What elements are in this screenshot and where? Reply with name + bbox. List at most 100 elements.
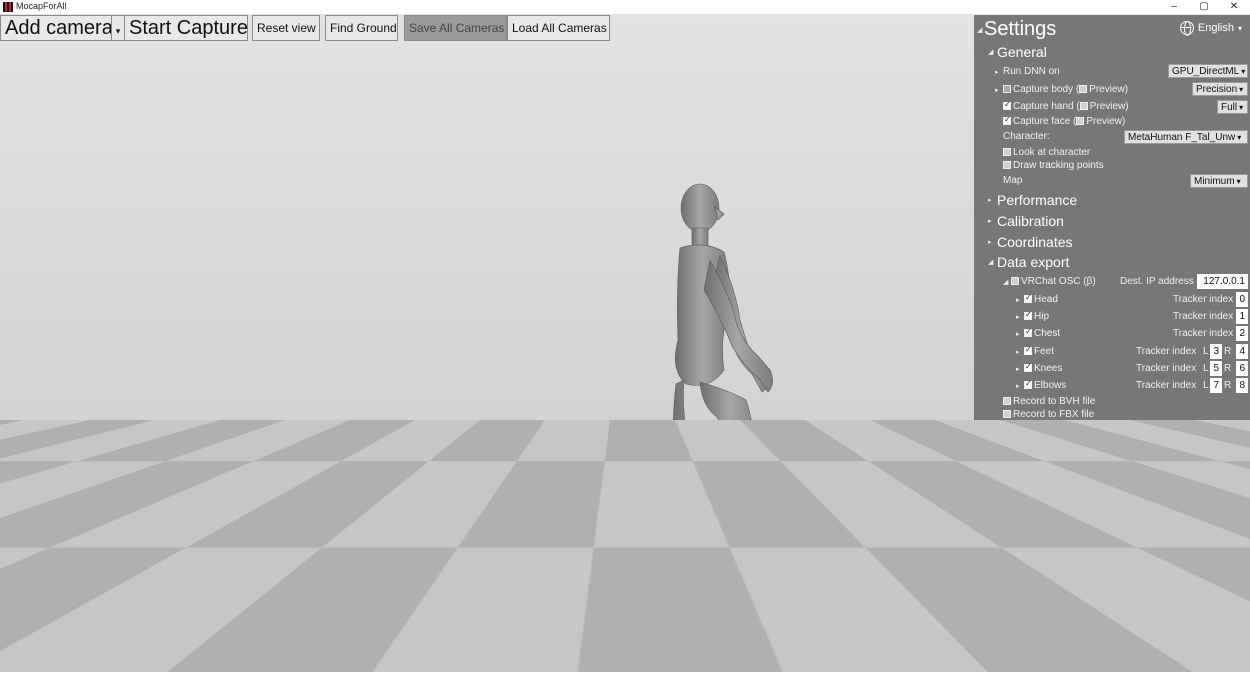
- capture-body-checkbox[interactable]: [1003, 85, 1011, 93]
- collapsed-triangle-icon[interactable]: ▸: [995, 86, 999, 94]
- expanded-triangle-icon[interactable]: ◢: [988, 258, 993, 266]
- find-ground-button[interactable]: Find Ground: [325, 15, 398, 41]
- left-label: L: [1203, 380, 1209, 391]
- tracker-feet-right-input[interactable]: 4: [1236, 344, 1248, 359]
- maximize-button[interactable]: ▢: [1190, 0, 1218, 14]
- add-camera-dropdown[interactable]: ▾: [111, 15, 125, 41]
- collapsed-triangle-icon[interactable]: ▸: [1016, 313, 1020, 321]
- collapsed-triangle-icon[interactable]: ▸: [1016, 382, 1020, 390]
- section-about[interactable]: About MocapForAll: [997, 522, 1116, 538]
- collapsed-triangle-icon[interactable]: ▸: [988, 217, 992, 225]
- save-all-cameras-button[interactable]: Save All Cameras: [404, 15, 507, 41]
- run-dnn-label: Run DNN on: [1003, 66, 1060, 77]
- left-label: L: [1203, 346, 1209, 357]
- tracker-head-row: Head: [1024, 293, 1058, 305]
- left-label: L: [1203, 363, 1209, 374]
- start-capture-button[interactable]: Start Capture: [124, 15, 248, 41]
- draw-tracking-points-checkbox[interactable]: [1003, 161, 1011, 169]
- mannequin-character: [673, 183, 773, 593]
- collapsed-triangle-icon[interactable]: ▸: [988, 485, 992, 493]
- section-performance[interactable]: Performance: [997, 192, 1077, 208]
- expanded-triangle-icon[interactable]: ◢: [988, 48, 993, 56]
- tracker-hip-index-input[interactable]: 1: [1236, 309, 1248, 324]
- collapsed-triangle-icon[interactable]: ▸: [988, 196, 992, 204]
- collapsed-triangle-icon[interactable]: ▸: [1003, 424, 1007, 432]
- tracker-hip-checkbox[interactable]: [1024, 310, 1032, 320]
- close-button[interactable]: ✕: [1220, 0, 1248, 14]
- collapsed-triangle-icon[interactable]: ▸: [1016, 330, 1020, 338]
- vmc-protocol-row[interactable]: VMC protocol: [1015, 452, 1076, 463]
- reset-view-button[interactable]: Reset view: [252, 15, 320, 41]
- vrchat-osc-checkbox[interactable]: [1011, 277, 1019, 285]
- capture-body-preview-checkbox[interactable]: [1079, 85, 1088, 93]
- collapsed-triangle-icon[interactable]: ▸: [988, 238, 992, 246]
- tracker-index-label: Tracker index: [1173, 294, 1234, 305]
- free-trial-notice: [Free Trial] Data export stops after 10.…: [430, 602, 764, 621]
- precision-dropdown[interactable]: Precision: [1192, 82, 1248, 96]
- character-dropdown[interactable]: MetaHuman F_Tal_Unw: [1124, 130, 1248, 144]
- right-label: R: [1224, 380, 1232, 391]
- tracker-head-checkbox[interactable]: [1024, 293, 1032, 303]
- tracker-feet-checkbox[interactable]: [1024, 345, 1032, 355]
- dest-ip-input[interactable]: 127.0.0.1: [1197, 274, 1248, 289]
- vmt-protocol-row[interactable]: VMT protocol: [1015, 466, 1074, 477]
- minimize-button[interactable]: –: [1160, 0, 1188, 14]
- vmt-ip-input[interactable]: 127.0.0.1: [1197, 435, 1248, 450]
- fps-bar: 60.00 fps: [0, 636, 750, 652]
- capture-hand-checkbox[interactable]: [1003, 100, 1011, 110]
- tracker-knees-left-input[interactable]: 5: [1210, 361, 1222, 376]
- tracker-chest-row: Chest: [1024, 327, 1060, 339]
- collapse-triangle-icon[interactable]: ◢: [977, 26, 982, 34]
- tracker-index-label: Tracker index: [1173, 311, 1234, 322]
- tracker-head-index-input[interactable]: 0: [1236, 292, 1248, 307]
- vmt-ip-label: Destination IP address for VMT and VMC: [1003, 437, 1187, 448]
- tracker-knees-checkbox[interactable]: [1024, 362, 1032, 372]
- capture-hand-preview-checkbox[interactable]: [1079, 102, 1088, 110]
- capture-hand-row: Capture hand (Preview): [1003, 100, 1129, 112]
- tracker-elbows-left-input[interactable]: 7: [1210, 378, 1222, 393]
- expanded-triangle-icon[interactable]: ◢: [1003, 278, 1008, 286]
- record-bvh-checkbox[interactable]: [1003, 397, 1011, 405]
- map-dropdown[interactable]: Minimum: [1190, 174, 1248, 188]
- collapsed-triangle-icon[interactable]: ▸: [1003, 468, 1007, 476]
- tracker-feet-left-input[interactable]: 3: [1210, 344, 1222, 359]
- collapsed-triangle-icon[interactable]: ▸: [1016, 348, 1020, 356]
- settings-title: Settings: [984, 18, 1057, 40]
- tracker-chest-index-input[interactable]: 2: [1236, 326, 1248, 341]
- right-label: R: [1224, 346, 1232, 357]
- collapsed-triangle-icon[interactable]: ▸: [995, 68, 999, 76]
- add-camera-button[interactable]: Add camera: [0, 15, 112, 41]
- shared-memory-row[interactable]: Shared Meomory: [1015, 422, 1092, 433]
- capture-face-row: Capture face (Preview): [1003, 115, 1125, 127]
- run-dnn-dropdown[interactable]: GPU_DirectML: [1168, 64, 1248, 78]
- section-data-export[interactable]: Data export: [997, 254, 1069, 270]
- collapsed-triangle-icon[interactable]: ▸: [1016, 296, 1020, 304]
- settings-panel: ◢ Settings English ▾ ◢ General ▸ Run DNN…: [974, 15, 1250, 543]
- collapsed-triangle-icon[interactable]: ▸: [1003, 454, 1007, 462]
- tracker-elbows-checkbox[interactable]: [1024, 379, 1032, 389]
- section-calibration[interactable]: Calibration: [997, 213, 1064, 229]
- capture-face-checkbox[interactable]: [1003, 115, 1011, 125]
- tracker-chest-checkbox[interactable]: [1024, 327, 1032, 337]
- look-at-character-checkbox[interactable]: [1003, 148, 1011, 156]
- capture-face-preview-checkbox[interactable]: [1076, 117, 1085, 125]
- hand-mode-dropdown[interactable]: Full: [1217, 100, 1248, 114]
- record-fbx-row: Record to FBX file: [1003, 409, 1094, 420]
- tracker-knees-right-input[interactable]: 6: [1236, 361, 1248, 376]
- language-selector[interactable]: English ▾: [1179, 21, 1242, 36]
- tracker-index-label: Tracker index: [1173, 328, 1234, 339]
- section-animation-post-process[interactable]: Animation Post Process: [997, 481, 1146, 497]
- chevron-down-icon: ▾: [1237, 23, 1242, 33]
- tracker-elbows-right-input[interactable]: 8: [1236, 378, 1248, 393]
- language-label: English: [1197, 22, 1234, 34]
- collapsed-triangle-icon[interactable]: ▸: [988, 506, 992, 514]
- record-fbx-checkbox[interactable]: [1003, 410, 1011, 418]
- tracker-hip-row: Hip: [1024, 310, 1049, 322]
- section-coordinates[interactable]: Coordinates: [997, 234, 1073, 250]
- collapsed-triangle-icon[interactable]: ▸: [1016, 365, 1020, 373]
- load-all-cameras-button[interactable]: Load All Cameras: [507, 15, 610, 41]
- capture-body-row: Capture body (Preview): [1003, 84, 1128, 95]
- section-general[interactable]: General: [997, 44, 1047, 60]
- collapsed-triangle-icon[interactable]: ▸: [988, 526, 992, 534]
- section-advanced[interactable]: Advanced: [997, 502, 1059, 518]
